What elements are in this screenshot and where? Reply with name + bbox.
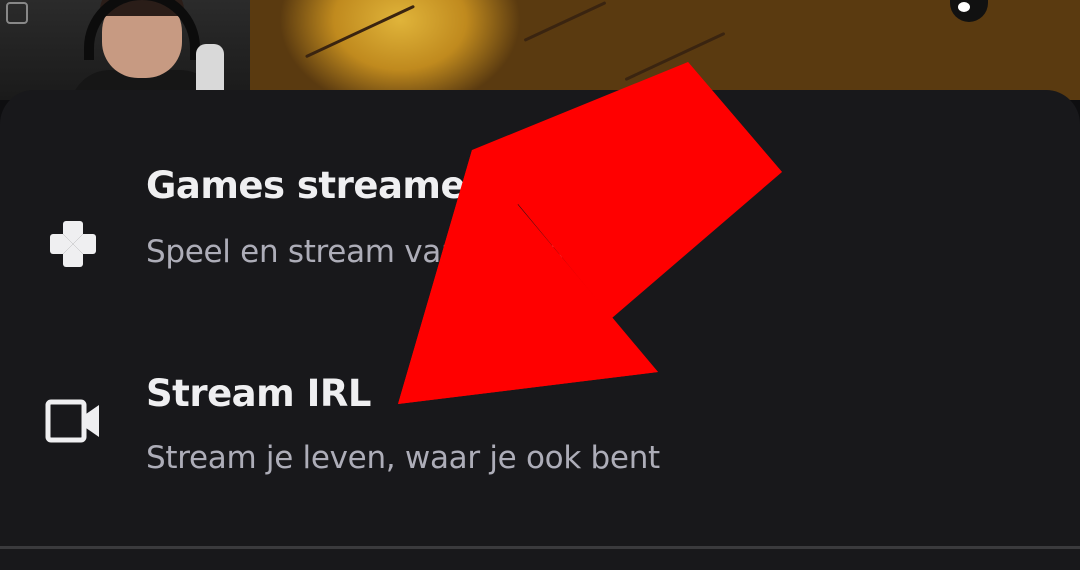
screen: Games streamen Speel en stream van je ap… [0,0,1080,570]
checkbox-icon [6,2,28,24]
divider [0,546,1080,549]
option-subtitle: Speel en stream van je apparaat [146,234,645,270]
gamepad-icon [44,215,102,273]
option-subtitle: Stream je leven, waar je ook bent [146,440,660,476]
headset [84,0,200,60]
option-games-streamen[interactable]: Games streamen Speel en stream van je ap… [0,130,1080,330]
video-camera-icon [44,392,102,450]
option-title: Games streamen [146,164,491,207]
webcam-overlay [0,0,250,100]
option-title: Stream IRL [146,372,371,415]
stream-options-sheet: Games streamen Speel en stream van je ap… [0,90,1080,570]
option-stream-irl[interactable]: Stream IRL Stream je leven, waar je ook … [0,336,1080,536]
